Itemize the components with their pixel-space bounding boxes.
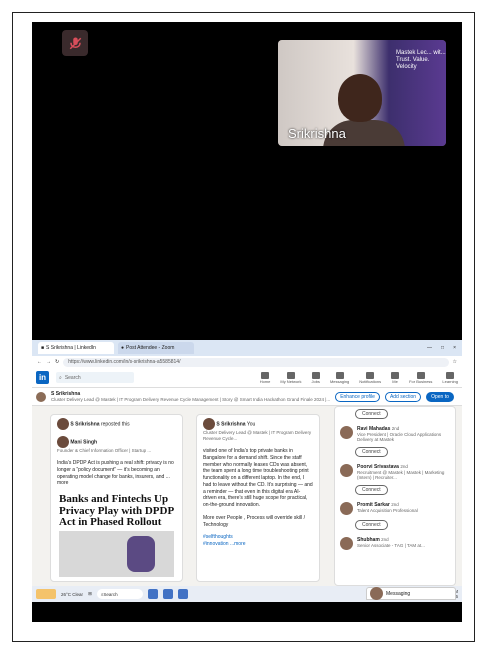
person-avatar — [340, 502, 353, 515]
person-poorvi[interactable]: Poorvi Srivastava 2nd Recruitment @ Maste… — [335, 461, 455, 483]
news-image — [59, 530, 174, 577]
nav-jobs[interactable]: Jobs — [311, 371, 320, 384]
address-bar-row: ← → ↻ https://www.linkedin.com/in/s-srikri… — [32, 356, 462, 368]
post-header: S Srikrishna You Cluster Delivery Lead @ … — [197, 415, 319, 445]
shared-screen: ■ S Srikrishna | LinkedIn ● Post Attendee … — [32, 340, 462, 602]
avatar-icon — [391, 371, 400, 379]
learning-icon — [446, 371, 455, 379]
zoom-tab-icon: ● — [121, 345, 125, 351]
linkedin-nav: Home My Network Jobs Messaging Notificat… — [260, 371, 458, 384]
person-ravi[interactable]: Ravi Mahadas 2nd Vice President | Oracle … — [335, 423, 455, 445]
user-post-card[interactable]: S Srikrishna You Cluster Delivery Lead @ … — [196, 414, 320, 582]
open-to-button[interactable]: Open to — [426, 391, 454, 402]
nav-learning[interactable]: Learning — [442, 371, 458, 384]
person-avatar — [340, 537, 353, 550]
extensions-icon[interactable]: ☆ — [453, 359, 457, 365]
taskbar-search[interactable]: ⌕ Search — [96, 589, 143, 599]
browser-tab-strip: ■ S Srikrishna | LinkedIn ● Post Attendee … — [32, 340, 462, 356]
nav-home[interactable]: Home — [260, 371, 270, 384]
nav-business[interactable]: For Business — [409, 371, 432, 384]
repost-subheader: Mani Singh Founder & Chief Information Of… — [51, 433, 182, 457]
participant-name: Srikrishna — [288, 126, 346, 141]
messaging-avatar — [370, 587, 383, 600]
connect-button-poorvi[interactable]: Connect — [355, 485, 388, 495]
messaging-popup[interactable]: Messaging — [366, 587, 456, 600]
linkedin-logo[interactable]: in — [36, 371, 49, 384]
post-body: visited one of India’s top private banks… — [203, 448, 313, 509]
post-tags: #selfthoughts #innovation ...more — [203, 534, 246, 548]
nav-me[interactable]: Me — [391, 371, 400, 384]
brand-signage: Mastek Lec... wit... Trust. Value. Veloci… — [396, 50, 446, 71]
person-shubham[interactable]: Shubham 2nd Senior Associate - TAG | TAM … — [335, 534, 455, 553]
participant-face — [338, 74, 382, 122]
search-icon: ⌕ — [59, 374, 62, 381]
back-icon[interactable]: ← — [37, 359, 42, 365]
url-field[interactable]: https://www.linkedin.com/in/s-srikrishna… — [63, 357, 449, 367]
person-avatar — [340, 426, 353, 439]
profile-avatar[interactable] — [36, 391, 46, 402]
enhance-profile-button[interactable]: Enhance profile — [335, 391, 380, 402]
taskbar-app-icon[interactable] — [177, 589, 188, 599]
linkedin-content: S Srikrishna reposted this Mani Singh Fou… — [32, 406, 462, 586]
post-author-avatar — [203, 418, 215, 430]
network-icon — [286, 371, 295, 379]
messaging-icon — [335, 371, 344, 379]
person-avatar — [340, 464, 353, 477]
connect-button-ravi[interactable]: Connect — [355, 447, 388, 457]
profile-summary: S Srikrishna Cluster Delivery Lead @ Mast… — [51, 391, 330, 402]
author-avatar — [57, 418, 69, 430]
weather-text: 26°C Clear — [61, 591, 84, 597]
post-body-extra: More over People , Process will override… — [203, 514, 305, 528]
zoom-call-window: Mastek Lec... wit... Trust. Value. Veloci… — [32, 22, 462, 622]
nav-messaging[interactable]: Messaging — [330, 371, 349, 384]
connect-button-top[interactable]: Connect — [355, 409, 388, 419]
subauthor-avatar — [57, 436, 69, 448]
padlock-image — [127, 535, 155, 572]
linkedin-header: in ⌕ Search Home My Network Jobs Messagin… — [32, 368, 462, 388]
profile-subtitle: Cluster Delivery Lead @ Mastek | IT Prog… — [51, 397, 331, 402]
repost-card[interactable]: S Srikrishna reposted this Mani Singh Fou… — [50, 414, 183, 582]
minimize-button[interactable]: — — [427, 345, 432, 351]
microphone-muted-icon[interactable] — [62, 30, 88, 56]
grid-icon — [416, 371, 425, 379]
maximize-button[interactable]: □ — [441, 345, 444, 351]
repost-text: India’s DPDP Act is pushing a real shift… — [57, 460, 174, 487]
window-controls: — □ × — [427, 345, 462, 351]
taskbar-app-icon[interactable] — [162, 589, 173, 599]
windows-start-icon[interactable]: ⊞ — [88, 591, 92, 597]
linkedin-search-input[interactable]: ⌕ Search — [56, 372, 134, 383]
tab-linkedin[interactable]: ■ S Srikrishna | LinkedIn — [38, 342, 114, 354]
jobs-icon — [311, 371, 320, 379]
weather-icon[interactable] — [36, 589, 56, 599]
bell-icon — [366, 371, 375, 379]
participant-video-tile[interactable]: Mastek Lec... wit... Trust. Value. Veloci… — [278, 40, 446, 146]
repost-header: S Srikrishna reposted this — [51, 415, 182, 433]
connect-button-promit[interactable]: Connect — [355, 520, 388, 530]
news-headline: Banks and Fintechs Up Privacy Play with … — [59, 493, 174, 529]
home-icon — [261, 371, 270, 379]
taskbar-app-icon[interactable] — [147, 589, 158, 599]
close-button[interactable]: × — [453, 345, 456, 351]
messaging-label: Messaging — [386, 590, 411, 597]
nav-network[interactable]: My Network — [280, 371, 301, 384]
people-suggestions: Connect Ravi Mahadas 2nd Vice President |… — [334, 406, 456, 586]
tab-zoom[interactable]: ● Post Attendee - Zoom — [118, 342, 194, 354]
linkedin-tab-icon: ■ — [41, 345, 45, 351]
person-promit[interactable]: Promit Sarkar 2nd Talent Acquisition Prof… — [335, 499, 455, 518]
add-section-button[interactable]: Add section — [384, 391, 422, 402]
profile-strip: S Srikrishna Cluster Delivery Lead @ Mast… — [32, 388, 462, 406]
refresh-icon[interactable]: ↻ — [55, 359, 59, 365]
forward-icon[interactable]: → — [46, 359, 51, 365]
nav-notifications[interactable]: Notifications — [359, 371, 381, 384]
